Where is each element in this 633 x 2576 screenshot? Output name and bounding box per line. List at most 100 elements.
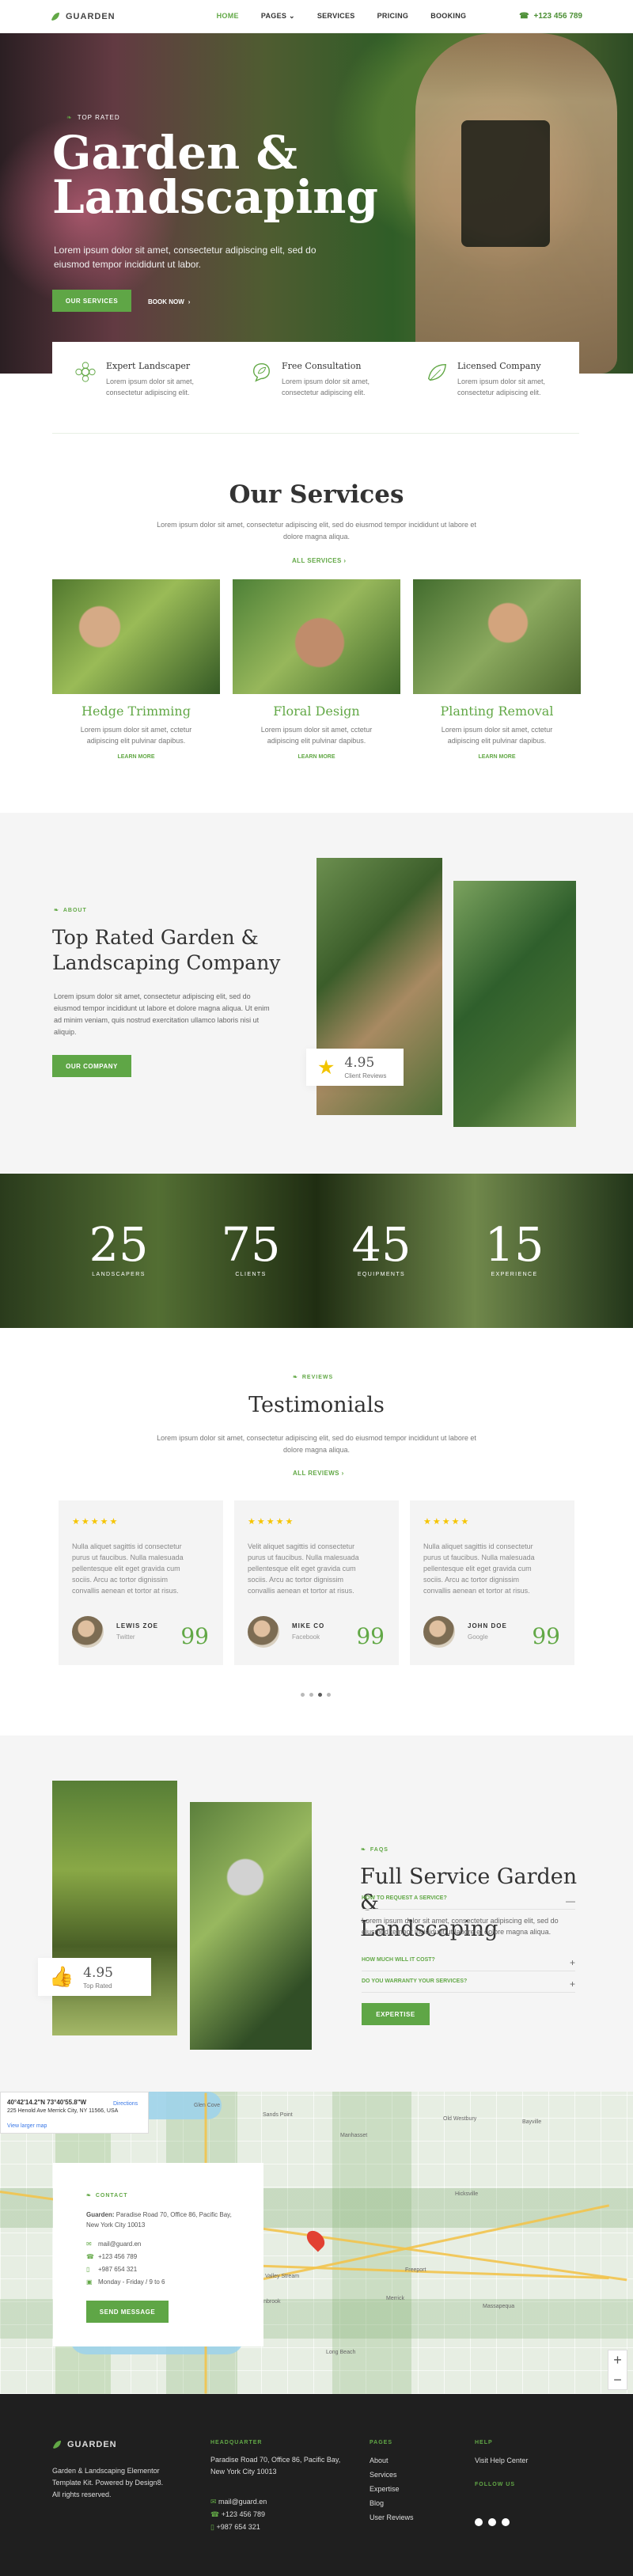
footer-page-link[interactable]: Blog bbox=[370, 2498, 384, 2510]
youtube-icon[interactable] bbox=[502, 2518, 510, 2526]
all-reviews-link[interactable]: ALL REVIEWS › bbox=[293, 1470, 344, 1477]
hero-title: Garden & Landscaping bbox=[52, 130, 378, 220]
learn-more-link[interactable]: LEARN MORE bbox=[233, 754, 400, 760]
pagination-dot[interactable] bbox=[309, 1693, 313, 1697]
zoom-in-icon[interactable]: + bbox=[608, 2350, 627, 2370]
pagination-dot[interactable] bbox=[327, 1693, 331, 1697]
mail-icon: ✉ bbox=[210, 2498, 219, 2506]
rating-stars: ★★★★★ bbox=[72, 1517, 119, 1527]
footer-page-link[interactable]: User Reviews bbox=[370, 2512, 414, 2524]
about-gardener-image bbox=[453, 881, 576, 1127]
twitter-icon[interactable] bbox=[488, 2518, 496, 2526]
social-links bbox=[475, 2518, 510, 2526]
map-place-label: Sands Point bbox=[263, 2112, 293, 2118]
stat-value: 25 bbox=[89, 1217, 149, 1272]
faq-item-request-service[interactable]: HOW TO REQUEST A SERVICE? — bbox=[362, 1895, 575, 1910]
footer-email[interactable]: ✉ mail@guard.en bbox=[210, 2496, 267, 2508]
service-card[interactable]: Planting Removal Lorem ipsum dolor sit a… bbox=[413, 579, 581, 769]
contact-phone-row[interactable]: ☎ +123 456 789 bbox=[86, 2252, 137, 2262]
menu-home[interactable]: HOME bbox=[217, 12, 239, 21]
about-title-line1: Top Rated Garden & bbox=[52, 926, 259, 949]
testimonial-card: ★★★★★ Velit aliquet sagittis id consecte… bbox=[234, 1500, 399, 1665]
stat-experience: 15 EXPERIENCE bbox=[467, 1220, 562, 1278]
thumbs-up-icon: 👍 bbox=[49, 1965, 74, 1988]
leaf-logo-icon bbox=[53, 2441, 61, 2449]
footer-page-link[interactable]: Services bbox=[370, 2469, 397, 2481]
footer-mobile[interactable]: ▯ +987 654 321 bbox=[210, 2521, 260, 2533]
leaf-icon bbox=[427, 363, 446, 381]
our-company-button[interactable]: OUR COMPANY bbox=[52, 1055, 131, 1077]
testimonial-card: ★★★★★ Nulla aliquet sagittis id consecte… bbox=[59, 1500, 223, 1665]
flower-icon bbox=[75, 362, 96, 382]
brand-logo[interactable]: GUARDEN bbox=[51, 12, 116, 21]
feature-title: Licensed Company bbox=[457, 361, 541, 371]
pagination-dot-active[interactable] bbox=[318, 1693, 322, 1697]
site-footer: GUARDEN Garden & Landscaping Elementor T… bbox=[0, 2394, 633, 2576]
faq-section: 👍 4.95 Top Rated ❧ FAQS Full Service Gard… bbox=[0, 1736, 633, 2092]
menu-pages[interactable]: PAGES ⌄ bbox=[261, 12, 295, 21]
menu-booking[interactable]: BOOKING bbox=[430, 12, 466, 21]
footer-page-link[interactable]: About bbox=[370, 2455, 389, 2467]
service-text: Lorem ipsum dolor sit amet, cctetur adip… bbox=[80, 726, 192, 745]
about-text: Lorem ipsum dolor sit amet, consectetur … bbox=[54, 992, 270, 1036]
facebook-icon[interactable] bbox=[475, 2518, 483, 2526]
menu-pages-label: PAGES bbox=[260, 12, 287, 20]
reviewer-platform: Google bbox=[468, 1633, 488, 1641]
reviewer-name: JOHN DOE bbox=[468, 1622, 507, 1629]
directions-link[interactable]: Directions bbox=[113, 2100, 138, 2108]
contact-email-row[interactable]: ✉ mail@guard.en bbox=[86, 2239, 141, 2249]
menu-pricing[interactable]: PRICING bbox=[377, 12, 409, 21]
feature-title: Free Consultation bbox=[282, 361, 362, 371]
faq-item-warranty[interactable]: DO YOU WARRANTY YOUR SERVICES? + bbox=[362, 1978, 575, 1993]
chat-leaf-icon bbox=[252, 363, 270, 382]
learn-more-link[interactable]: LEARN MORE bbox=[52, 754, 220, 760]
services-text: Lorem ipsum dolor sit amet, consectetur … bbox=[157, 521, 476, 541]
map-zoom-controls[interactable]: + − bbox=[608, 2350, 627, 2390]
map-place-label: Manhasset bbox=[340, 2133, 368, 2138]
send-message-button[interactable]: SEND MESSAGE bbox=[86, 2301, 169, 2323]
footer-phone[interactable]: ☎ +123 456 789 bbox=[210, 2509, 265, 2521]
faq-answer: Lorem ipsum dolor sit amet, consectetur … bbox=[362, 1917, 559, 1936]
rating-content: 4.95 Top Rated bbox=[83, 1965, 113, 1990]
map-place-label: Massapequa bbox=[483, 2304, 515, 2309]
leaf-logo-icon bbox=[51, 12, 59, 21]
menu-services[interactable]: SERVICES bbox=[317, 12, 355, 21]
expertise-button[interactable]: EXPERTISE bbox=[362, 2003, 430, 2025]
calendar-icon: ▣ bbox=[86, 2278, 93, 2286]
faq-question: HOW TO REQUEST A SERVICE? bbox=[362, 1895, 447, 1901]
about-kicker: ❧ ABOUT bbox=[54, 907, 87, 914]
contact-mobile-row[interactable]: ▯ +987 654 321 bbox=[86, 2264, 137, 2274]
all-services-link[interactable]: ALL SERVICES › bbox=[292, 557, 346, 564]
footer-brand-logo[interactable]: GUARDEN bbox=[52, 2440, 117, 2449]
learn-more-link[interactable]: LEARN MORE bbox=[413, 754, 581, 760]
contact-address: Guarden: Paradise Road 70, Office 86, Pa… bbox=[86, 2210, 237, 2230]
view-larger-map-link[interactable]: View larger map bbox=[7, 2123, 47, 2130]
leaf-icon: ❧ bbox=[54, 908, 59, 913]
phone-link[interactable]: ☎ +123 456 789 bbox=[519, 12, 582, 21]
service-card[interactable]: Hedge Trimming Lorem ipsum dolor sit ame… bbox=[52, 579, 220, 769]
pagination-dot[interactable] bbox=[301, 1693, 305, 1697]
zoom-out-icon[interactable]: − bbox=[608, 2370, 627, 2390]
plus-icon: + bbox=[569, 1978, 575, 1990]
footer-page-link[interactable]: Expertise bbox=[370, 2483, 400, 2495]
book-now-label: BOOK NOW bbox=[148, 298, 184, 305]
our-services-button[interactable]: OUR SERVICES bbox=[52, 290, 131, 312]
footer-mobile-text: +987 654 321 bbox=[216, 2523, 260, 2531]
testimonial-text: Nulla aliquet sagittis id consectetur pu… bbox=[423, 1542, 535, 1595]
mobile-icon: ▯ bbox=[86, 2266, 90, 2273]
map-place-label: Bayville bbox=[522, 2119, 542, 2125]
help-center-link[interactable]: Visit Help Center bbox=[475, 2455, 528, 2467]
faq-item-cost[interactable]: HOW MUCH WILL IT COST? + bbox=[362, 1957, 575, 1971]
service-card[interactable]: Floral Design Lorem ipsum dolor sit amet… bbox=[233, 579, 400, 769]
section-divider bbox=[52, 433, 579, 434]
feature-strip: Expert Landscaper Lorem ipsum dolor sit … bbox=[52, 342, 579, 430]
hero-section: ❧ TOP RATED Garden & Landscaping Lorem i… bbox=[0, 33, 633, 374]
book-now-link[interactable]: BOOK NOW › bbox=[148, 298, 190, 305]
feature-licensed-company: Licensed Company Lorem ipsum dolor sit a… bbox=[404, 342, 579, 430]
about-title-line2: Landscaping Company bbox=[52, 951, 281, 974]
quote-icon: 99 bbox=[180, 1623, 209, 1649]
contact-kicker-text: CONTACT bbox=[95, 2192, 128, 2199]
leaf-icon: ❧ bbox=[293, 1375, 298, 1380]
chevron-right-icon: › bbox=[341, 1470, 344, 1477]
leaf-icon: ❧ bbox=[361, 1847, 366, 1853]
